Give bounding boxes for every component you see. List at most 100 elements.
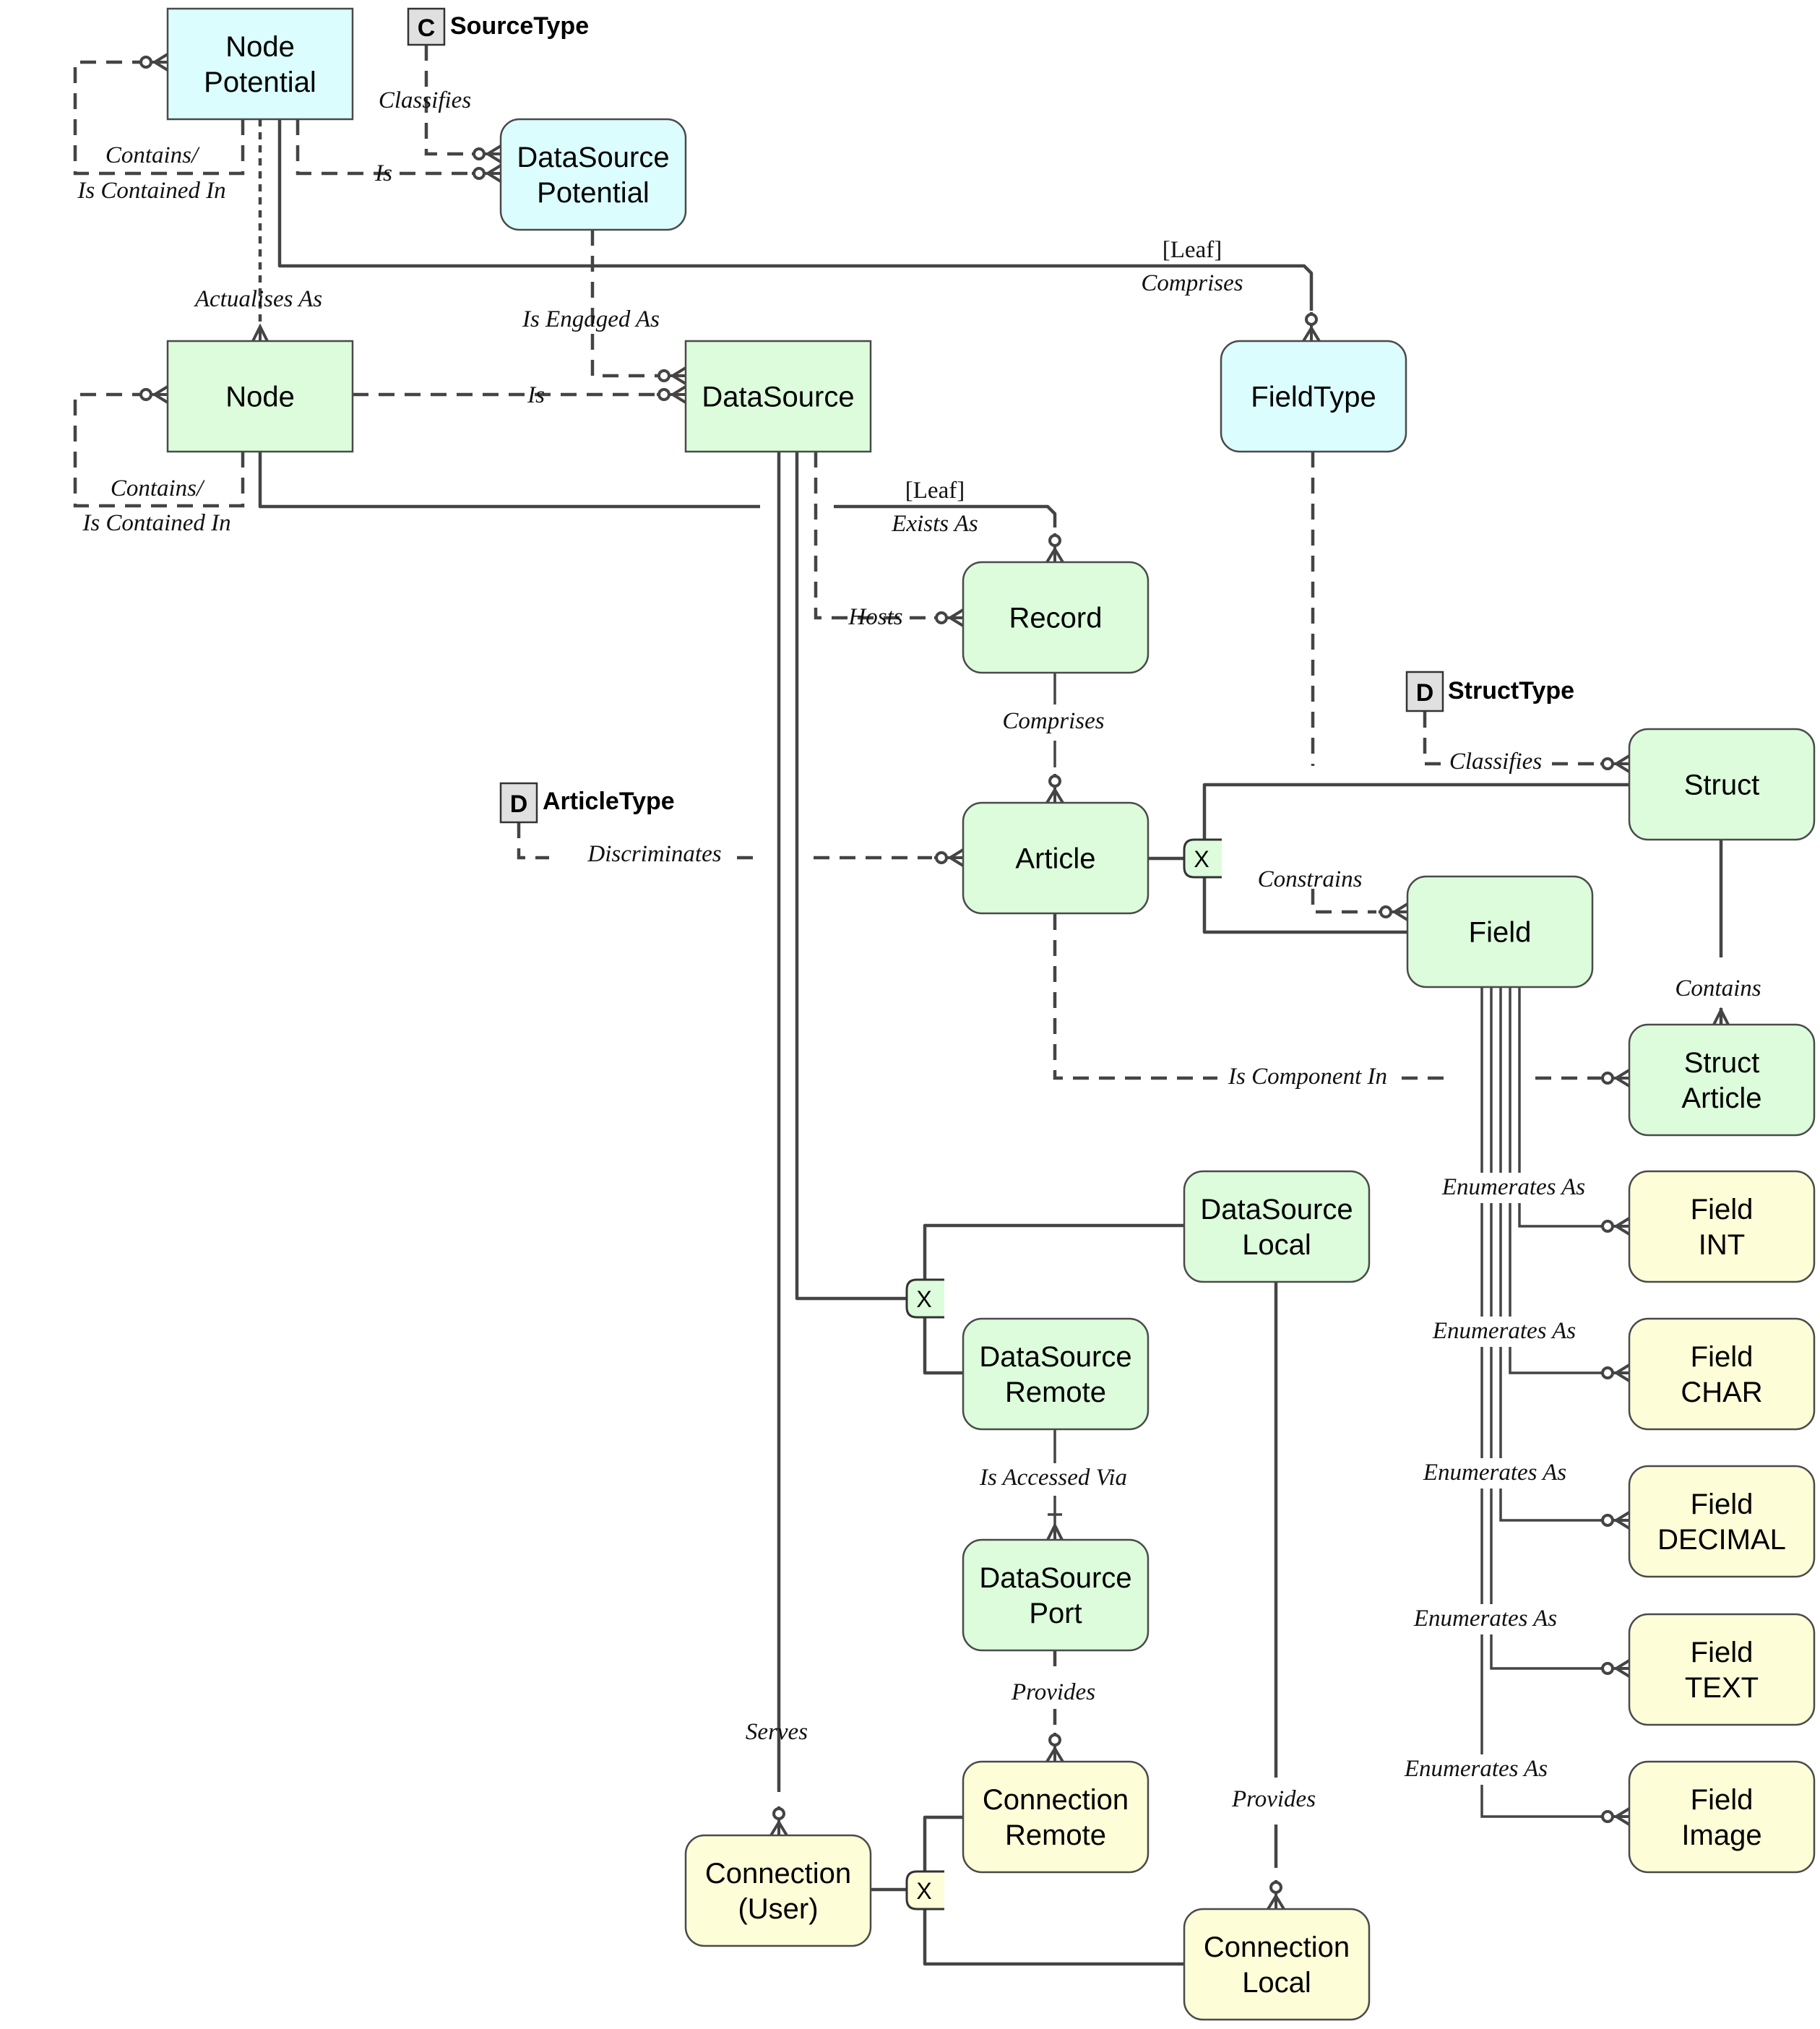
- rel-label-np-is: Is: [374, 160, 392, 186]
- entity-datasource-local[interactable]: DataSource Local: [1183, 1170, 1371, 1283]
- entity-label: (User): [738, 1893, 818, 1925]
- entity-label: DataSource: [979, 1341, 1131, 1373]
- ds-subtype-line: [795, 452, 907, 1301]
- entity-label: Struct: [1684, 770, 1759, 801]
- entity-label: Local: [1242, 1229, 1311, 1261]
- entity-struct[interactable]: Struct: [1628, 728, 1816, 841]
- entity-article[interactable]: Article: [962, 801, 1150, 915]
- zero-or-many-marker: [139, 53, 169, 72]
- rel-label-serves: Serves: [746, 1719, 808, 1745]
- x-junction-label: X: [1194, 846, 1209, 872]
- entity-datasource-remote[interactable]: DataSource Remote: [962, 1317, 1150, 1431]
- enumerates-line-segment: [1509, 1347, 1600, 1374]
- rel-label-np-contains: Contains/: [105, 142, 200, 168]
- entity-label: Connection: [705, 1858, 851, 1890]
- entity-label: Local: [1242, 1967, 1311, 1999]
- zero-or-many-marker: [1600, 1364, 1631, 1382]
- zero-or-many-marker: [472, 145, 502, 163]
- x-connlocal-line: [923, 1908, 1184, 1966]
- entity-field-text[interactable]: Field TEXT: [1628, 1613, 1816, 1726]
- entity-label: DECIMAL: [1657, 1524, 1786, 1556]
- entity-node-potential[interactable]: NodePotential: [166, 7, 354, 121]
- entity-label: INT: [1699, 1229, 1745, 1261]
- entity-connection-remote[interactable]: ConnectionRemote: [962, 1760, 1150, 1874]
- entity-box: [499, 118, 687, 231]
- tag-articletype[interactable]: D ArticleType: [499, 782, 675, 824]
- entity-struct-article[interactable]: StructArticle: [1628, 1023, 1816, 1137]
- entity-datasource[interactable]: DataSource: [684, 340, 872, 453]
- rel-label-provides-local: Provides: [1231, 1786, 1316, 1812]
- x-connremote-line: [923, 1815, 963, 1871]
- entity-label: Field: [1691, 1784, 1754, 1816]
- entity-label: FieldType: [1251, 382, 1376, 413]
- zero-or-many-marker: [934, 608, 965, 627]
- entity-node[interactable]: Node: [166, 340, 354, 453]
- x-junction-fill: [943, 1280, 944, 1317]
- zero-or-many-marker: [1600, 1659, 1631, 1678]
- exclusive-x-junction: X: [905, 1870, 944, 1910]
- is-component-in-line: [1053, 914, 1217, 1080]
- entity-box: [962, 1317, 1150, 1431]
- enumerates-line-segment: [1518, 1203, 1600, 1228]
- rel-label-comprises-article: Comprises: [1002, 708, 1104, 734]
- zero-or-many-marker: [1600, 754, 1631, 773]
- entity-label: Field: [1691, 1194, 1754, 1225]
- entity-box: [166, 7, 354, 121]
- zero-or-many-marker: [1600, 1069, 1631, 1087]
- entity-datasource-potential[interactable]: DataSource Potential: [499, 118, 687, 231]
- entity-field-char[interactable]: Field CHAR: [1628, 1317, 1816, 1431]
- zero-or-many-marker: [1302, 312, 1321, 343]
- rel-label-node-contained-in: Is Contained In: [82, 510, 230, 536]
- entity-label: Article: [1681, 1082, 1761, 1114]
- rel-label-classifies-struct: Classifies: [1449, 749, 1542, 775]
- entity-record[interactable]: Record: [962, 561, 1150, 674]
- entity-field[interactable]: Field: [1406, 875, 1594, 988]
- zero-or-many-marker: [1045, 774, 1064, 804]
- entity-box: [962, 1760, 1150, 1874]
- x-struct-line: [1202, 783, 1629, 840]
- zero-or-many-marker: [1045, 1733, 1064, 1763]
- zero-or-many-marker: [1379, 903, 1409, 921]
- entity-label: Field: [1691, 1341, 1754, 1373]
- many-marker: [1712, 1007, 1730, 1025]
- entity-connection-user[interactable]: Connection(User): [684, 1834, 872, 1947]
- entity-label: DataSource: [702, 382, 854, 413]
- entity-fieldtype[interactable]: FieldType: [1220, 340, 1407, 453]
- entity-label: Remote: [1005, 1377, 1106, 1408]
- entity-label: Image: [1681, 1819, 1761, 1851]
- entity-connection-local[interactable]: Connection Local: [1183, 1908, 1371, 2021]
- exclusive-x-junction: X: [905, 1278, 944, 1319]
- tag-letter: D: [510, 791, 528, 818]
- tag-structtype[interactable]: D StructType: [1405, 671, 1574, 712]
- entity-box: [1183, 1908, 1371, 2021]
- zero-or-many-marker: [472, 164, 502, 183]
- entity-datasource-port[interactable]: DataSource Port: [962, 1538, 1150, 1652]
- rel-label-is-component-in: Is Component In: [1228, 1064, 1387, 1090]
- entity-label: CHAR: [1681, 1377, 1762, 1408]
- zero-or-many-marker: [934, 848, 965, 867]
- entity-field-decimal[interactable]: Field DECIMAL: [1628, 1465, 1816, 1578]
- discriminates-line: [517, 822, 549, 860]
- entity-label: Potential: [537, 177, 650, 209]
- entity-field-image[interactable]: FieldImage: [1628, 1760, 1816, 1874]
- tag-letter: C: [418, 14, 436, 42]
- rel-label-enumerates-int: Enumerates As: [1441, 1174, 1585, 1200]
- entity-field-int[interactable]: Field INT: [1628, 1170, 1816, 1283]
- tag-sourcetype[interactable]: C SourceType: [407, 7, 589, 46]
- zero-or-many-marker: [139, 385, 169, 404]
- x-junction-label: X: [916, 1286, 931, 1312]
- many-marker: [251, 323, 269, 342]
- entity-label: Field: [1691, 1489, 1754, 1520]
- zero-or-many-marker: [1267, 1880, 1285, 1910]
- entity-label: Remote: [1005, 1819, 1106, 1851]
- entity-label: TEXT: [1685, 1672, 1759, 1704]
- zero-or-many-marker: [769, 1806, 788, 1837]
- rel-label-comprises-fieldtype: Comprises: [1141, 270, 1243, 296]
- rel-label-node-contains: Contains/: [111, 475, 205, 501]
- rel-label-exists-as: Exists As: [891, 511, 978, 537]
- rel-label-enumerates-decimal: Enumerates As: [1423, 1460, 1566, 1486]
- tag-name: SourceType: [450, 12, 589, 40]
- x-dsremote-line: [923, 1317, 963, 1375]
- x-junction-fill: [943, 1872, 944, 1908]
- tag-name: StructType: [1448, 677, 1574, 705]
